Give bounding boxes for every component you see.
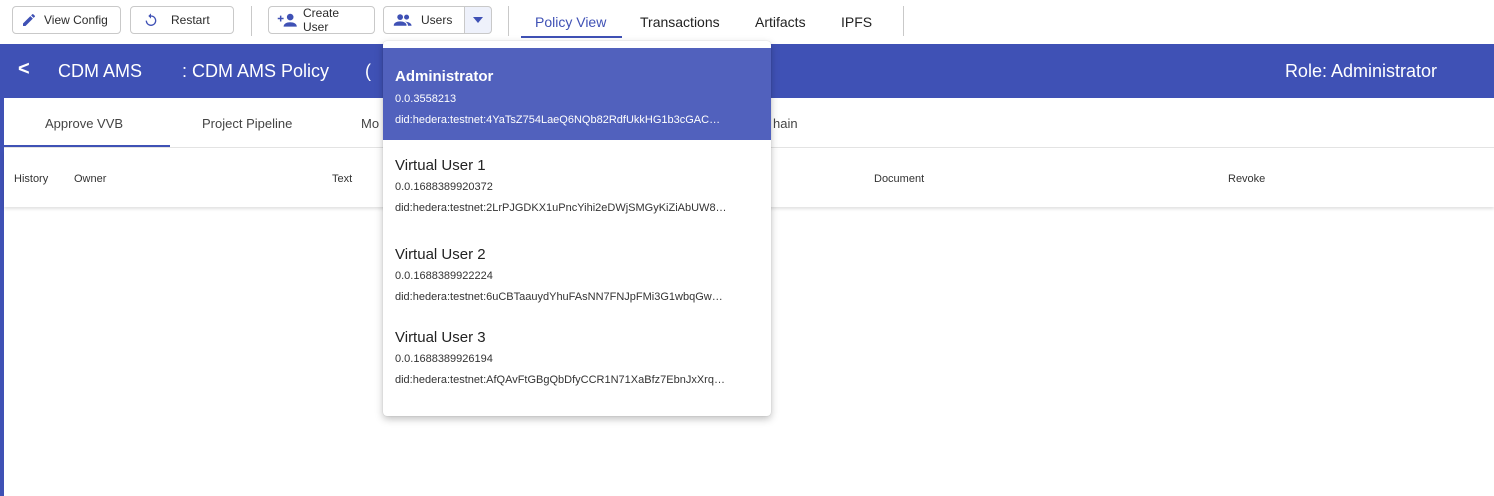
user-option-virtual-user-2[interactable]: Virtual User 2 0.0.1688389922224 did:hed…	[383, 225, 771, 317]
policy-name: CDM AMS	[58, 61, 143, 81]
view-config-label: View Config	[44, 13, 108, 27]
users-dropdown-toggle[interactable]	[464, 6, 492, 34]
users-button[interactable]: Users	[383, 6, 465, 34]
pencil-icon	[21, 12, 37, 28]
user-account-id: 0.0.1688389920372	[395, 181, 493, 193]
user-account-id: 0.0.1688389922224	[395, 270, 493, 282]
toolbar-divider	[903, 6, 904, 36]
nav-tab-policy-view[interactable]: Policy View	[535, 6, 606, 38]
policy-title: : CDM AMS Policy	[182, 61, 330, 81]
create-user-label: Create User	[303, 6, 340, 34]
user-name: Virtual User 3	[395, 329, 486, 346]
tab-chain[interactable]: hain	[773, 116, 798, 131]
column-document: Document	[874, 173, 925, 185]
add-user-icon	[277, 12, 299, 28]
user-did: did:hedera:testnet:AfQAvFtGBgQbDfyCCR1N7…	[395, 374, 725, 386]
column-text: Text	[332, 173, 353, 185]
active-tab-indicator	[521, 36, 622, 38]
active-subtab-indicator	[4, 145, 170, 147]
tab-approve-vvb[interactable]: Approve VVB	[45, 116, 123, 131]
create-user-button[interactable]: Create User	[268, 6, 375, 34]
user-option-virtual-user-3[interactable]: Virtual User 3 0.0.1688389926194 did:hed…	[383, 308, 771, 400]
user-did: did:hedera:testnet:4YaTsZ754LaeQ6NQb82Rd…	[395, 114, 721, 126]
people-icon	[393, 13, 413, 27]
user-name: Administrator	[395, 68, 494, 85]
user-name: Virtual User 1	[395, 157, 486, 174]
policy-version-fragment: (	[365, 61, 371, 81]
view-config-button[interactable]: View Config	[12, 6, 121, 34]
user-option-administrator[interactable]: Administrator 0.0.3558213 did:hedera:tes…	[383, 48, 771, 140]
nav-tab-transactions[interactable]: Transactions	[640, 6, 720, 38]
user-did: did:hedera:testnet:2LrPJGDKX1uPncYihi2eD…	[395, 202, 727, 214]
user-option-virtual-user-1[interactable]: Virtual User 1 0.0.1688389920372 did:hed…	[383, 136, 771, 228]
column-owner: Owner	[74, 173, 107, 185]
nav-tab-ipfs[interactable]: IPFS	[841, 6, 872, 38]
user-account-id: 0.0.1688389926194	[395, 353, 493, 365]
user-name: Virtual User 2	[395, 246, 486, 263]
users-label: Users	[421, 13, 453, 27]
back-button[interactable]: <	[18, 58, 30, 81]
user-account-id: 0.0.3558213	[395, 93, 457, 105]
nav-tab-artifacts[interactable]: Artifacts	[755, 6, 806, 38]
restart-label: Restart	[171, 13, 210, 27]
role-label: Role: Administrator	[1284, 61, 1437, 81]
top-toolbar: View Config Restart Create User Users Po…	[0, 0, 1494, 44]
column-revoke: Revoke	[1228, 173, 1266, 185]
restart-button[interactable]: Restart	[130, 6, 234, 34]
tab-project-pipeline[interactable]: Project Pipeline	[202, 116, 292, 131]
restart-icon	[143, 12, 159, 28]
user-did: did:hedera:testnet:6uCBTaauydYhuFAsNN7FN…	[395, 291, 723, 303]
users-dropdown-menu: Administrator 0.0.3558213 did:hedera:tes…	[383, 41, 771, 416]
column-history: History	[14, 173, 49, 185]
tab-monitoring[interactable]: Mo	[361, 116, 379, 131]
caret-down-icon	[473, 17, 483, 23]
toolbar-divider	[508, 6, 509, 36]
toolbar-divider	[251, 6, 252, 36]
